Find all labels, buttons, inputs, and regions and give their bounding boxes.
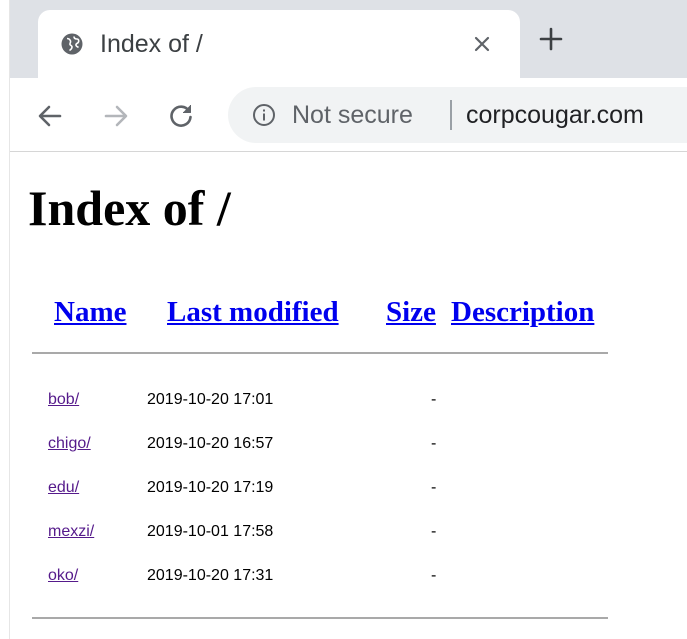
security-status[interactable]: Not secure [292, 99, 413, 131]
sort-by-name-link[interactable]: Name [54, 292, 126, 332]
file-size: - [431, 391, 437, 408]
sort-by-description-link[interactable]: Description [451, 292, 594, 332]
folder-link-bob[interactable]: bob/ [48, 378, 79, 422]
modified-date: 2019-10-20 16:57 [147, 435, 274, 452]
address-bar[interactable]: Not secure corpcougar.com [228, 87, 687, 143]
browser-toolbar: Not secure corpcougar.com [10, 78, 687, 152]
tab-title: Index of / [100, 30, 203, 58]
table-row: oko/ 2019-10-20 17:31 - [30, 554, 650, 598]
folder-link-mexzi[interactable]: mexzi/ [48, 510, 94, 554]
forward-arrow-icon[interactable] [102, 102, 130, 130]
folder-link-edu[interactable]: edu/ [48, 466, 79, 510]
url-text[interactable]: corpcougar.com [466, 99, 644, 131]
back-arrow-icon[interactable] [36, 102, 64, 130]
sort-by-size-link[interactable]: Size [386, 292, 436, 332]
plus-icon[interactable] [538, 26, 564, 52]
header-rule [32, 352, 608, 354]
listing-header-row: Name Last modified Size Description [30, 284, 650, 340]
reload-icon[interactable] [167, 102, 195, 130]
window-left-edge [0, 0, 10, 639]
page-heading: Index of / [28, 180, 231, 236]
file-size: - [431, 435, 437, 452]
sort-by-modified-link[interactable]: Last modified [167, 292, 339, 332]
directory-listing: Name Last modified Size Description [30, 284, 650, 340]
listing-rows: bob/ 2019-10-20 17:01 - chigo/ 2019-10-2… [30, 378, 650, 598]
table-row: edu/ 2019-10-20 17:19 - [30, 466, 650, 510]
modified-date: 2019-10-20 17:19 [147, 479, 274, 496]
globe-icon [61, 33, 83, 55]
file-size: - [431, 567, 437, 584]
tab-strip: Index of / [10, 0, 687, 78]
close-icon[interactable] [470, 32, 494, 56]
modified-date: 2019-10-01 17:58 [147, 523, 274, 540]
info-icon[interactable] [252, 103, 276, 127]
table-row: bob/ 2019-10-20 17:01 - [30, 378, 650, 422]
folder-link-chigo[interactable]: chigo/ [48, 422, 91, 466]
active-tab[interactable]: Index of / [38, 10, 520, 78]
modified-date: 2019-10-20 17:01 [147, 391, 274, 408]
address-divider [450, 100, 452, 130]
folder-link-oko[interactable]: oko/ [48, 554, 78, 598]
table-row: chigo/ 2019-10-20 16:57 - [30, 422, 650, 466]
footer-rule [32, 617, 608, 619]
file-size: - [431, 479, 437, 496]
page-content: Index of / Name Last modified Size Descr… [10, 152, 687, 639]
modified-date: 2019-10-20 17:31 [147, 567, 274, 584]
table-row: mexzi/ 2019-10-01 17:58 - [30, 510, 650, 554]
file-size: - [431, 523, 437, 540]
